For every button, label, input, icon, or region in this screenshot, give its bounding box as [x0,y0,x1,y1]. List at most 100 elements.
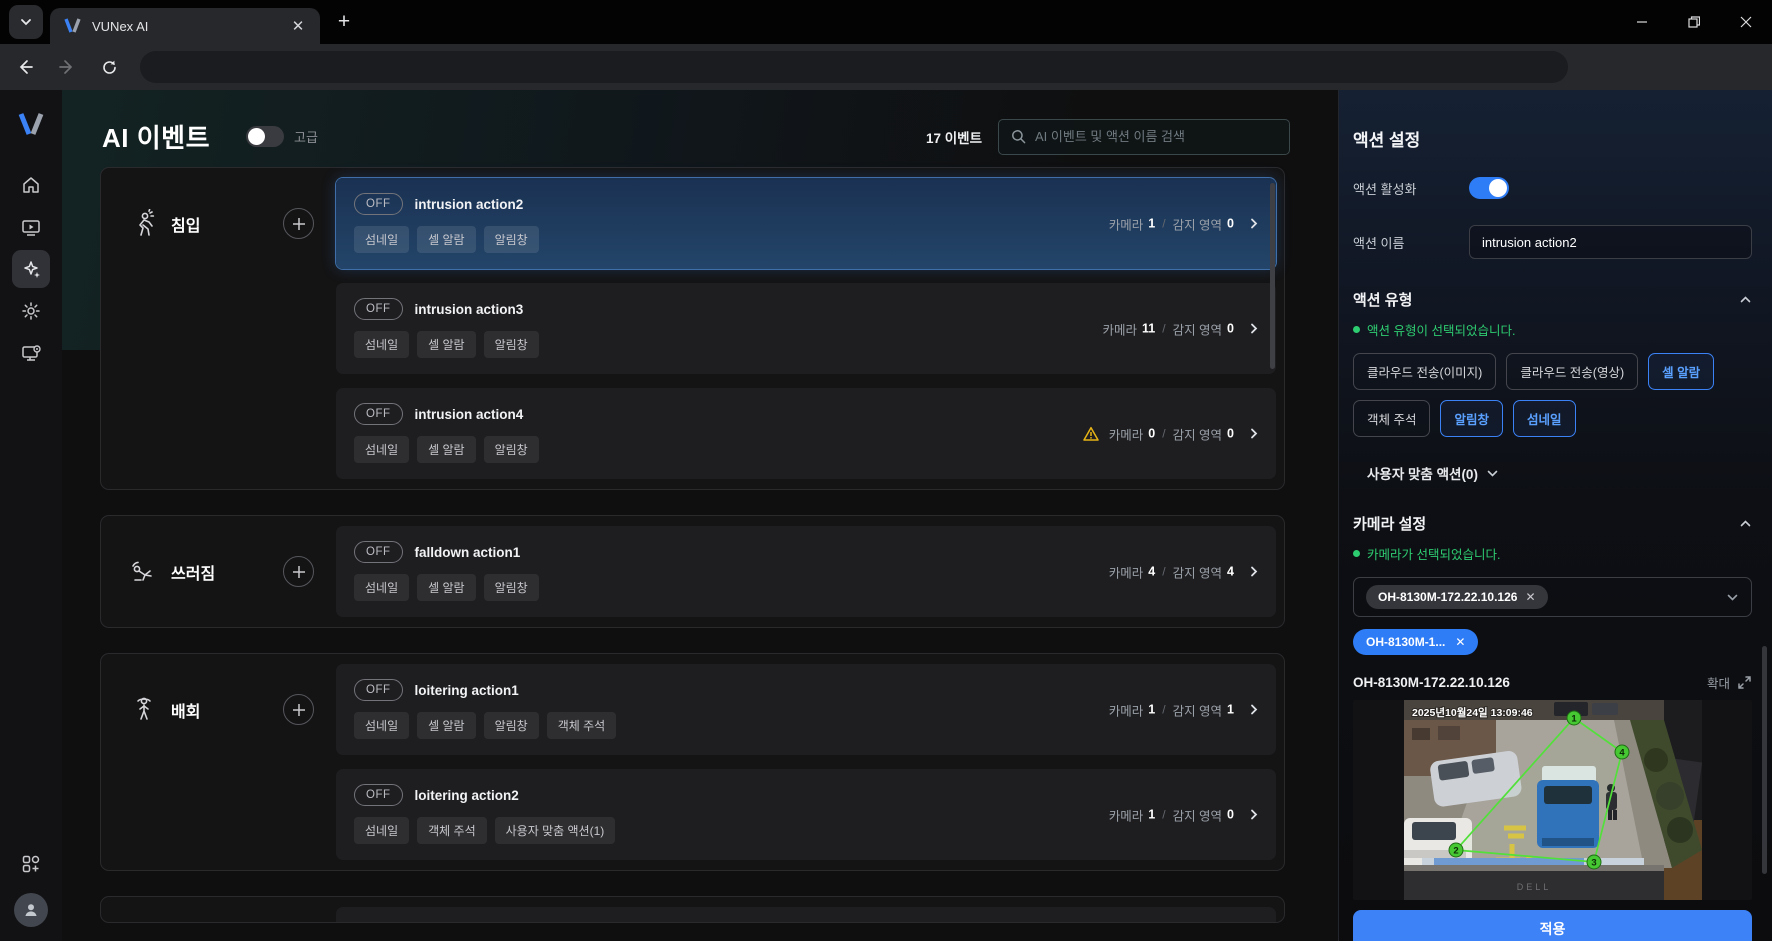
event-tag: 알림창 [484,436,539,463]
event-name: falldown action1 [415,545,521,560]
event-group-loitering: 배회 OFF loitering action1 섬네일 셀 알람 알림창 [100,653,1285,871]
event-tag: 섬네일 [354,712,409,739]
sidebar-item-integrations[interactable] [12,845,50,883]
event-tag: 섬네일 [354,226,409,253]
zone-count: 0 [1227,808,1234,822]
remove-camera-icon[interactable]: ✕ [1455,635,1465,649]
event-state-pill: OFF [354,784,403,806]
sidebar-item-home[interactable] [12,166,50,204]
event-group-intrusion: 침입 OFF intrusion action2 섬네일 셀 알람 알림창 [100,167,1285,490]
app-content: AI 이벤트 고급 17 이벤트 침입 [0,90,1772,941]
reload-button[interactable] [92,50,126,84]
event-tag: 객체 주석 [417,817,487,844]
event-row[interactable]: OFF loitering action2 섬네일 객체 주석 사용자 맞춤 액… [336,769,1276,860]
dropdown-chevron[interactable] [1726,591,1739,604]
loitering-icon [129,695,159,725]
browser-tab[interactable]: VUNex AI ✕ [50,8,320,44]
preview-timestamp: 2025년10월24일 13:09:46 [1412,706,1533,719]
forward-button[interactable] [50,50,84,84]
sidebar-item-monitoring[interactable] [12,208,50,246]
event-state-pill: OFF [354,403,403,425]
back-button[interactable] [8,50,42,84]
event-row[interactable]: OFF intrusion action2 섬네일 셀 알람 알림창 카메라1 … [336,178,1276,269]
add-event-button[interactable] [283,208,314,239]
action-type-cell-alarm[interactable]: 셀 알람 [1648,353,1714,390]
chevron-right-icon [1248,704,1260,716]
custom-action-expander[interactable]: 사용자 맞춤 액션(0) [1353,463,1752,483]
main-header: AI 이벤트 고급 17 이벤트 [62,90,1338,155]
event-tag: 알림창 [484,574,539,601]
sidebar-item-device-settings[interactable] [12,334,50,372]
event-state-pill: OFF [354,679,403,701]
advanced-toggle[interactable] [246,126,284,147]
user-avatar[interactable] [14,893,48,927]
browser-toolbar [0,44,1772,90]
vertex-label: 2 [1453,846,1458,857]
window-controls [1616,0,1772,44]
chevron-up-icon [1739,517,1752,530]
plus-icon [292,565,306,579]
action-enable-label: 액션 활성화 [1353,179,1469,198]
group-name: 배회 [171,698,200,722]
main-scrollbar-thumb[interactable] [1270,183,1275,369]
chevron-right-icon [1248,218,1260,230]
sidebar-item-ai-events[interactable] [12,250,50,288]
event-tag: 셀 알람 [417,574,475,601]
action-type-status: 액션 유형이 선택되었습니다. [1367,320,1515,339]
action-type-cloud-video[interactable]: 클라우드 전송(영상) [1506,353,1638,390]
event-tag: 섬네일 [354,574,409,601]
address-bar[interactable] [140,51,1568,83]
search-box[interactable] [998,119,1290,155]
expand-icon[interactable] [1737,675,1752,690]
new-tab-button[interactable]: + [332,10,356,34]
sidebar-item-settings[interactable] [12,292,50,330]
panel-scrollbar-thumb[interactable] [1762,646,1767,874]
event-row[interactable]: OFF loitering action1 섬네일 셀 알람 알림창 객체 주석… [336,664,1276,755]
action-type-popup[interactable]: 알림창 [1440,400,1503,437]
event-name: loitering action1 [415,683,519,698]
action-type-title: 액션 유형 [1353,289,1412,310]
action-type-cloud-image[interactable]: 클라우드 전송(이미지) [1353,353,1496,390]
apply-button[interactable]: 적용 [1353,910,1752,941]
action-type-thumbnail[interactable]: 섬네일 [1513,400,1576,437]
event-name: loitering action2 [415,788,519,803]
main-content: AI 이벤트 고급 17 이벤트 침입 [62,90,1338,941]
camera-dropdown-chip[interactable]: OH-8130M-172.22.10.126 ✕ [1366,585,1548,609]
chevron-down-icon [1486,467,1499,480]
remove-camera-icon[interactable]: ✕ [1525,590,1535,604]
camera-count: 4 [1148,565,1155,579]
chevron-right-icon [1248,428,1260,440]
camera-count: 11 [1142,322,1155,336]
collapse-camera-settings-button[interactable] [1739,517,1752,530]
panel-title: 액션 설정 [1353,126,1752,151]
minimize-button[interactable] [1616,0,1668,44]
maximize-button[interactable] [1668,0,1720,44]
chevron-up-icon [1739,293,1752,306]
close-window-button[interactable] [1720,0,1772,44]
tab-close-icon[interactable]: ✕ [286,14,310,38]
vunex-logo-icon [64,18,82,34]
event-row[interactable]: OFF intrusion action4 섬네일 셀 알람 알림창 카메라0 … [336,388,1276,479]
app-window: VUNex AI ✕ + [0,0,1772,941]
action-type-object-annotation[interactable]: 객체 주석 [1353,400,1430,437]
vertex-label: 1 [1571,714,1577,725]
action-enable-toggle[interactable] [1469,177,1509,199]
add-event-button[interactable] [283,556,314,587]
event-tag: 셀 알람 [417,226,475,253]
event-tag: 알림창 [484,712,539,739]
action-name-input[interactable] [1469,225,1752,259]
camera-select-dropdown[interactable]: OH-8130M-172.22.10.126 ✕ [1353,577,1752,617]
event-name: intrusion action4 [415,407,524,422]
event-row[interactable]: OFF intrusion action3 섬네일 셀 알람 알림창 카메라11… [336,283,1276,374]
selected-camera-chip[interactable]: OH-8130M-1... ✕ [1353,629,1478,655]
event-tag: 셀 알람 [417,331,475,358]
event-row[interactable]: OFF falldown action1 섬네일 셀 알람 알림창 카메라4 /… [336,526,1276,617]
collapse-action-type-button[interactable] [1739,293,1752,306]
tab-search-button[interactable] [9,5,43,39]
chevron-down-icon [20,16,32,28]
expand-label: 확대 [1707,673,1730,692]
apps-add-icon [21,854,41,874]
add-event-button[interactable] [283,694,314,725]
home-icon [21,175,41,195]
search-input[interactable] [1035,129,1277,144]
